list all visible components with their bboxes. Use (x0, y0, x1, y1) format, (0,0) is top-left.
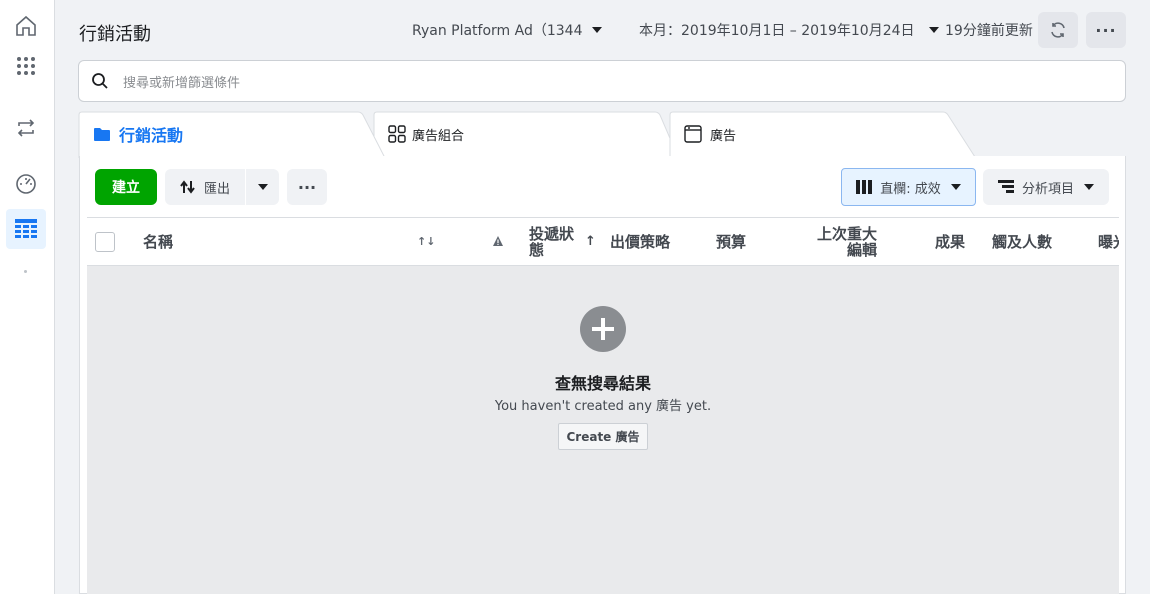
breakdown-icon (997, 180, 1014, 193)
left-nav-rail (0, 0, 55, 594)
empty-state-subtitle: You haven't created any 廣告 yet. (494, 399, 712, 414)
table-header: 名稱 ↑↓ 投遞狀 態 ↑ 出價策略 預算 上次重大 編輯 成果 觸及人數 曝光 (87, 217, 1119, 266)
create-ad-button[interactable]: Create 廣告 (558, 423, 648, 450)
tab-strip-shapes (78, 111, 976, 158)
tab-label: 廣告組合 (412, 128, 465, 144)
tab-ad-sets[interactable]: 廣告組合 (388, 111, 464, 157)
breakdown-button[interactable]: 分析項目 (983, 169, 1109, 205)
page-title: 行銷活動 (79, 24, 151, 45)
ellipsis-icon: ··· (297, 177, 317, 197)
export-label: 匯出 (203, 181, 230, 197)
more-options-button[interactable]: ··· (1086, 12, 1126, 48)
export-button[interactable]: 匯出 (165, 169, 245, 205)
tab-label: 行銷活動 (119, 126, 184, 145)
export-dropdown-button[interactable] (246, 169, 279, 205)
refresh-button[interactable] (1038, 12, 1078, 48)
empty-state-title: 查無搜尋結果 (554, 374, 651, 393)
column-name[interactable]: 名稱 (143, 234, 173, 250)
dashboard-gauge-icon[interactable] (6, 164, 46, 204)
caret-down-icon (928, 27, 939, 33)
columns-label: 直欄: 成效 (880, 181, 941, 197)
toolbar-more-button[interactable]: ··· (287, 169, 327, 205)
search-placeholder: 搜尋或新增篩選條件 (123, 75, 241, 91)
ad-window-icon (684, 125, 702, 143)
import-export-icon (180, 180, 195, 194)
caret-down-icon (592, 27, 602, 33)
ads-manager-table-icon[interactable] (6, 209, 46, 249)
search-filter-bar[interactable]: 搜尋或新增篩選條件 (78, 60, 1126, 102)
plus-circle-icon (580, 306, 626, 352)
columns-icon (856, 180, 873, 194)
date-range-selector[interactable]: 本月：2019年10月1日 – 2019年10月24日 (639, 20, 939, 40)
grid-icon (388, 125, 406, 143)
folder-icon (94, 127, 110, 141)
empty-results-area: 查無搜尋結果 You haven't created any 廣告 yet. C… (87, 266, 1119, 594)
select-all-checkbox[interactable] (95, 232, 115, 252)
warning-icon[interactable] (492, 234, 504, 250)
account-selector[interactable]: Ryan Platform Ad（1344... (412, 20, 602, 40)
column-last-edit[interactable]: 上次重大 編輯 (787, 226, 877, 258)
column-impressions[interactable]: 曝光 (1098, 234, 1119, 250)
sort-ascending-icon[interactable]: ↑ (585, 234, 596, 250)
breakdown-label: 分析項目 (1021, 181, 1074, 197)
tab-campaigns[interactable]: 行銷活動 (93, 111, 183, 157)
column-delivery-line2: 態 (529, 241, 545, 259)
switch-arrows-icon[interactable] (6, 108, 46, 148)
columns-performance-button[interactable]: 直欄: 成效 (841, 168, 976, 206)
caret-down-icon (950, 184, 961, 190)
column-last-edit-line2: 編輯 (846, 241, 877, 259)
create-button[interactable]: 建立 (95, 169, 157, 205)
last-updated-text: 19分鐘前更新 (945, 23, 1033, 39)
account-name: Ryan Platform Ad（1344... (412, 23, 582, 39)
column-budget[interactable]: 預算 (716, 234, 746, 250)
column-reach[interactable]: 觸及人數 (992, 234, 1052, 250)
column-last-edit-line1: 上次重大 (816, 225, 877, 243)
caret-down-icon (1084, 184, 1094, 190)
column-delivery-line1: 投遞狀 (529, 225, 575, 243)
column-delivery[interactable]: 投遞狀 態 (529, 226, 574, 258)
search-icon (92, 73, 108, 89)
home-icon[interactable] (6, 6, 46, 46)
refresh-icon (1051, 22, 1065, 38)
column-results[interactable]: 成果 (935, 234, 965, 250)
ellipsis-icon: ··· (1095, 20, 1117, 40)
tab-ads[interactable]: 廣告 (684, 111, 736, 157)
rail-dot (24, 270, 27, 273)
column-bid-strategy[interactable]: 出價策略 (610, 234, 670, 250)
sort-toggle-icon[interactable]: ↑↓ (417, 234, 435, 250)
tab-label: 廣告 (710, 128, 737, 144)
caret-down-icon (257, 184, 268, 190)
date-range-text: 本月：2019年10月1日 – 2019年10月24日 (639, 23, 915, 39)
all-tools-icon[interactable] (6, 46, 46, 86)
